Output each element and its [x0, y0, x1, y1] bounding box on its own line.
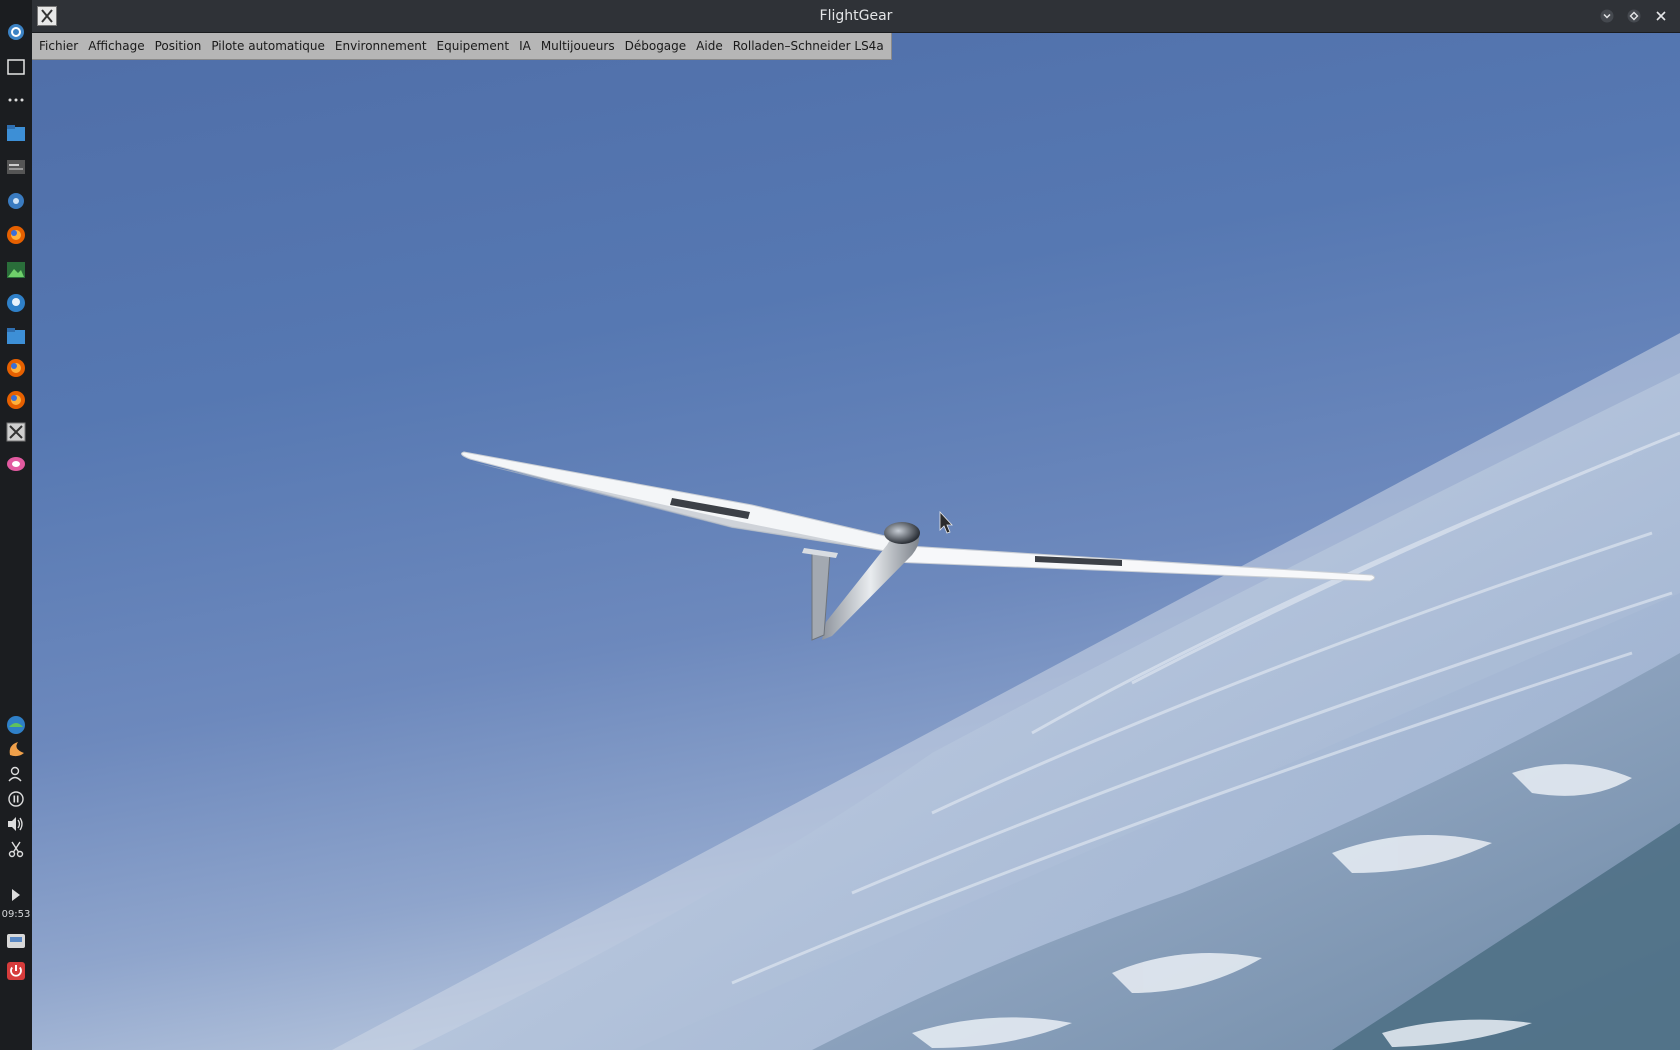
flight-scene	[332, 333, 1680, 1050]
flightgear-icon[interactable]	[5, 421, 27, 443]
minimize-button[interactable]	[1598, 7, 1616, 25]
firefox-icon[interactable]	[5, 357, 27, 379]
more-icon[interactable]	[5, 89, 27, 111]
scissors-icon[interactable]	[5, 838, 27, 860]
chevron-down-icon	[1600, 9, 1614, 23]
menu-equipement[interactable]: Equipement	[432, 33, 515, 59]
firefox-icon[interactable]	[5, 224, 27, 246]
menu-ia[interactable]: IA	[514, 33, 536, 59]
folder-icon[interactable]	[5, 325, 27, 347]
night-light-icon[interactable]	[5, 738, 27, 760]
canopy	[884, 522, 920, 544]
taskbar-dock: 09:53	[0, 0, 33, 1050]
user-icon[interactable]	[5, 763, 27, 785]
drive-icon[interactable]	[5, 930, 27, 952]
volume-icon[interactable]	[5, 813, 27, 835]
media-icon[interactable]	[5, 453, 27, 475]
play-icon[interactable]	[5, 884, 27, 906]
close-icon	[1656, 11, 1666, 21]
menu-debogage[interactable]: Débogage	[620, 33, 692, 59]
menu-pilote-automatique[interactable]: Pilote automatique	[206, 33, 330, 59]
shutdown-icon[interactable]	[5, 960, 27, 982]
window-title: FlightGear	[819, 8, 893, 24]
chat-icon[interactable]	[5, 292, 27, 314]
power-settings-icon[interactable]	[5, 21, 27, 43]
desktop-icon[interactable]	[5, 56, 27, 78]
menu-aircraft[interactable]: Rolladen–Schneider LS4a	[728, 33, 889, 59]
menu-affichage[interactable]: Affichage	[83, 33, 149, 59]
clock[interactable]: 09:53	[0, 909, 32, 920]
diamond-icon	[1627, 9, 1641, 23]
image-viewer-icon[interactable]	[5, 259, 27, 281]
pause-icon[interactable]	[5, 788, 27, 810]
menu-position[interactable]: Position	[150, 33, 207, 59]
network-icon[interactable]	[5, 714, 27, 736]
terminal-icon[interactable]	[5, 156, 27, 178]
menu-environnement[interactable]: Environnement	[330, 33, 432, 59]
close-button[interactable]	[1652, 7, 1670, 25]
menu-aide[interactable]: Aide	[691, 33, 728, 59]
maximize-button[interactable]	[1625, 7, 1643, 25]
mouse-cursor	[939, 510, 953, 534]
flight-viewport[interactable]: Fichier Affichage Position Pilote automa…	[32, 33, 1680, 1050]
window-titlebar[interactable]: FlightGear	[32, 0, 1680, 33]
flightgear-menubar: Fichier Affichage Position Pilote automa…	[32, 33, 892, 60]
files-icon[interactable]	[5, 122, 27, 144]
firefox-icon[interactable]	[5, 389, 27, 411]
settings-icon[interactable]	[5, 190, 27, 212]
menu-multijoueurs[interactable]: Multijoueurs	[536, 33, 620, 59]
menu-fichier[interactable]: Fichier	[34, 33, 83, 59]
